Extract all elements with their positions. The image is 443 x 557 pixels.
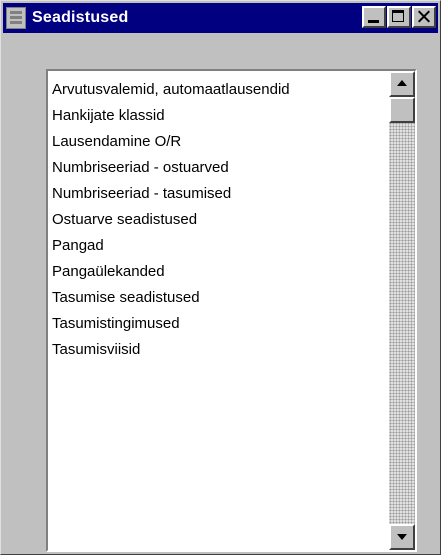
list-item[interactable]: Pangaülekanded bbox=[52, 259, 385, 285]
settings-window: Seadistused Arvutusvalemid, automaatlaus… bbox=[0, 0, 441, 555]
scroll-thumb[interactable] bbox=[389, 97, 415, 123]
maximize-button[interactable] bbox=[387, 6, 411, 28]
list-item[interactable]: Arvutusvalemid, automaatlausendid bbox=[52, 77, 385, 103]
scroll-up-button[interactable] bbox=[389, 71, 415, 97]
list-item[interactable]: Tasumistingimused bbox=[52, 311, 385, 337]
settings-list[interactable]: Arvutusvalemid, automaatlausendid Hankija… bbox=[46, 69, 417, 552]
list-items: Arvutusvalemid, automaatlausendid Hankija… bbox=[52, 77, 385, 363]
scroll-down-button[interactable] bbox=[389, 524, 415, 550]
title-buttons bbox=[361, 6, 436, 28]
title-bar[interactable]: Seadistused bbox=[3, 3, 438, 33]
list-item[interactable]: Pangad bbox=[52, 233, 385, 259]
window-title: Seadistused bbox=[32, 9, 129, 26]
list-item[interactable]: Tasumise seadistused bbox=[52, 285, 385, 311]
list-item[interactable]: Numbriseeriad - tasumised bbox=[52, 181, 385, 207]
list-item[interactable]: Numbriseeriad - ostuarved bbox=[52, 155, 385, 181]
app-icon[interactable] bbox=[6, 7, 26, 29]
minimize-button[interactable] bbox=[362, 6, 386, 28]
close-button[interactable] bbox=[412, 6, 436, 28]
list-item[interactable]: Lausendamine O/R bbox=[52, 129, 385, 155]
list-item[interactable]: Ostuarve seadistused bbox=[52, 207, 385, 233]
vertical-scrollbar[interactable] bbox=[389, 71, 415, 550]
list-item[interactable]: Tasumisviisid bbox=[52, 337, 385, 363]
list-item[interactable]: Hankijate klassid bbox=[52, 103, 385, 129]
